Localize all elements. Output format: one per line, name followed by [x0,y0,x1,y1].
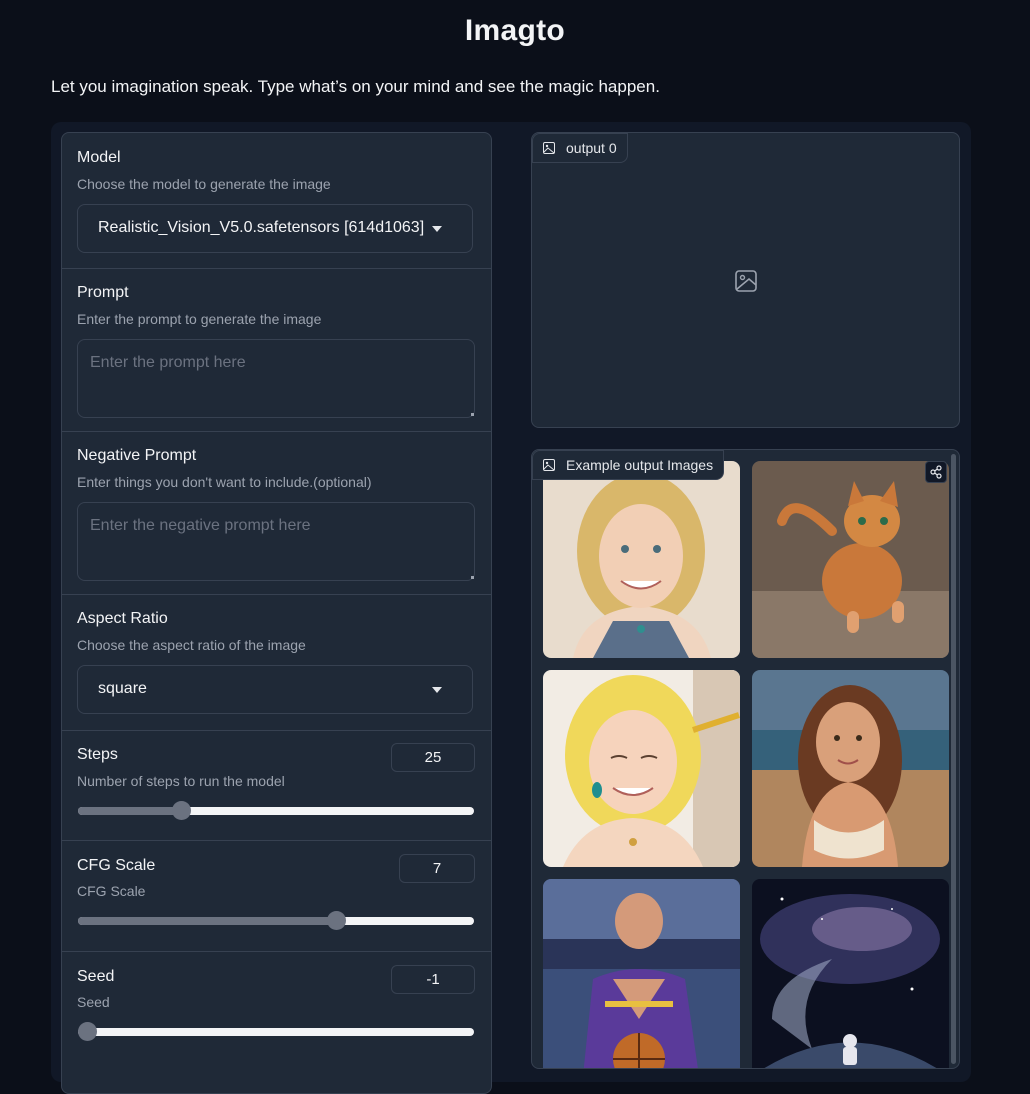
gallery-label-tag: Example output Images [532,450,725,480]
gallery-label: Example output Images [566,457,714,473]
steps-slider[interactable] [78,801,474,820]
model-label: Model [77,149,121,166]
steps-block: Steps Number of steps to run the model 2… [62,730,491,841]
cfg-scale-slider-thumb[interactable] [327,911,346,930]
chevron-down-icon [432,687,442,693]
image-placeholder-icon [735,270,757,292]
image-icon [543,142,555,154]
seed-label: Seed [77,968,115,985]
seed-slider[interactable] [78,1022,474,1041]
example-gallery: Example output Images [531,449,960,1069]
prompt-block: Prompt Enter the prompt to generate the … [62,268,491,432]
aspect-ratio-label: Aspect Ratio [77,610,168,627]
steps-info: Number of steps to run the model [77,773,285,789]
negative-prompt-input[interactable] [77,502,475,581]
aspect-ratio-info: Choose the aspect ratio of the image [77,637,306,653]
bald-basketball-player-icon [543,879,740,1068]
aspect-ratio-dropdown[interactable]: square [77,665,473,714]
share-icon [930,465,942,479]
output-label-tag: output 0 [532,133,628,163]
woman-on-beach-icon [752,670,949,867]
output-label: output 0 [566,140,617,156]
negative-prompt-block: Negative Prompt Enter things you don't w… [62,431,491,595]
page-subtitle: Let you imagination speak. Type what’s o… [51,77,660,96]
gallery-image-drawing-woman[interactable] [543,670,740,867]
gallery-image-cat[interactable] [752,461,949,658]
cfg-scale-block: CFG Scale CFG Scale 7 [62,840,491,952]
cfg-scale-number-input[interactable]: 7 [399,854,475,883]
negative-prompt-info: Enter things you don't want to include.(… [77,474,372,490]
prompt-label: Prompt [77,284,129,301]
gallery-image-basketball-player[interactable] [543,879,740,1068]
resize-handle-icon[interactable] [471,576,474,579]
image-icon [543,459,555,471]
steps-slider-fill [78,807,177,815]
model-info: Choose the model to generate the image [77,176,331,192]
steps-label: Steps [77,746,118,763]
resize-handle-icon[interactable] [471,413,474,416]
cfg-scale-slider-fill [78,917,339,925]
seed-block: Seed Seed -1 [62,951,491,1093]
seed-info: Seed [77,994,110,1010]
portrait-drawing-blonde-woman-icon [543,461,740,658]
cfg-scale-label: CFG Scale [77,857,156,874]
gallery-image-beach-woman[interactable] [752,670,949,867]
model-dropdown-value: Realistic_Vision_V5.0.safetensors [614d1… [98,219,425,236]
chevron-down-icon [432,226,442,232]
seed-slider-thumb[interactable] [78,1022,97,1041]
output-image-box: output 0 [531,132,960,428]
steps-number-input[interactable]: 25 [391,743,475,772]
gallery-scrollbar[interactable] [951,454,956,1064]
seed-number-input[interactable]: -1 [391,965,475,994]
prompt-info: Enter the prompt to generate the image [77,311,322,327]
gallery-image-portrait-drawing[interactable] [543,461,740,658]
aspect-ratio-value: square [98,680,147,697]
cfg-scale-info: CFG Scale [77,883,146,899]
astronaut-in-space-icon [752,879,949,1068]
cfg-scale-slider[interactable] [78,911,474,930]
steps-slider-thumb[interactable] [172,801,191,820]
negative-prompt-label: Negative Prompt [77,447,197,464]
settings-panel: Model Choose the model to generate the i… [61,132,492,1094]
prompt-input[interactable] [77,339,475,418]
aspect-ratio-block: Aspect Ratio Choose the aspect ratio of … [62,594,491,731]
drawing-of-blonde-woman-with-pencil-icon [543,670,740,867]
gallery-image-astronaut[interactable] [752,879,949,1068]
model-block: Model Choose the model to generate the i… [62,133,491,269]
share-button[interactable] [925,461,947,483]
model-dropdown[interactable]: Realistic_Vision_V5.0.safetensors [614d1… [77,204,473,253]
page-title: Imagto [464,14,566,47]
orange-cat-walking-icon [752,461,949,658]
